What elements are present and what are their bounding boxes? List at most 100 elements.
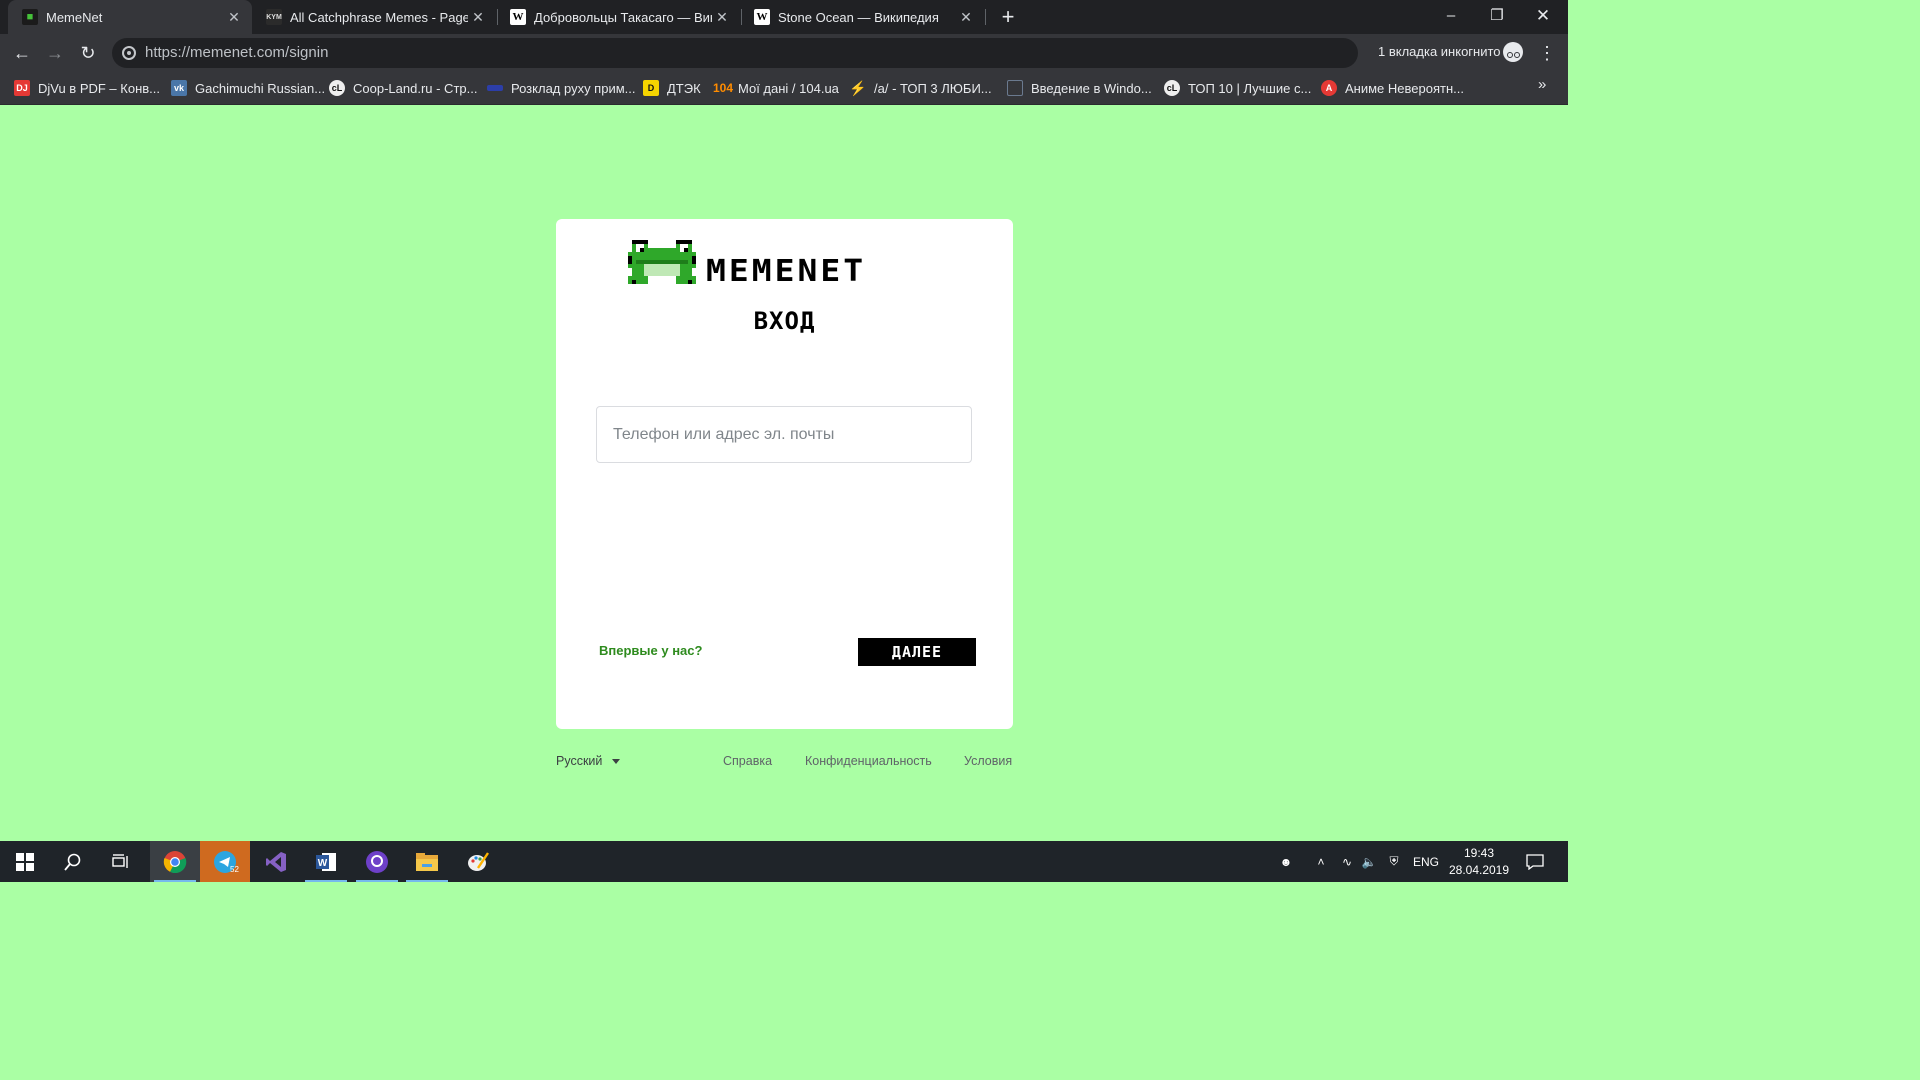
bookmark-item[interactable]: cL ТОП 10 | Лучшие с... [1164,78,1311,98]
action-center-icon [1526,853,1544,870]
bookmarks-bar: DJ DjVu в PDF – Конв... vk Gachimuchi Russ… [0,72,1568,105]
page-icon [1007,80,1023,96]
file-explorer-icon [416,852,438,871]
back-button[interactable]: ← [8,39,36,67]
active-indicator [154,880,196,882]
bookmark-item[interactable]: vk Gachimuchi Russian... [171,78,325,98]
volume-icon[interactable]: 🔈 [1360,841,1378,882]
wikipedia-icon: W [510,9,526,25]
tab-catchphrase[interactable]: KYM All Catchphrase Memes - Page 9 ✕ [252,0,496,34]
next-button[interactable]: ДАЛЕЕ [858,638,976,666]
running-indicator [305,880,347,882]
close-icon[interactable]: ✕ [956,9,976,26]
bookmark-item[interactable]: Розклад руху прим... [487,78,636,98]
terms-link[interactable]: Условия [964,754,1012,768]
github-icon [366,850,388,873]
task-view-icon [112,853,128,868]
language-indicator[interactable]: ENG [1413,841,1439,882]
bookmark-item[interactable]: 104 Мої дані / 104.ua [713,78,839,98]
tab-title: MemeNet [46,9,103,25]
tab-strip: ■ MemeNet ✕ KYM All Catchphrase Memes - … [0,0,1568,34]
paint-icon [468,851,489,871]
search-icon [64,853,81,871]
bookmark-item[interactable]: A Аниме Невероятн... [1321,78,1464,98]
menu-icon[interactable]: ⋮ [1538,39,1556,67]
running-indicator [356,880,398,882]
taskbar-visual-studio[interactable] [251,841,301,882]
running-indicator [406,880,448,882]
address-bar[interactable]: https://memenet.com/signin [112,38,1358,68]
frog-icon: ■ [22,9,38,25]
taskbar-github[interactable] [352,841,402,882]
frog-logo-icon [628,240,696,284]
bookmark-label: ДТЭК [667,80,701,96]
signin-card: MEMENET ВХОД Впервые у нас? ДАЛЕЕ [556,219,1013,729]
browser-toolbar: ← → ↻ https://memenet.com/signin 1 вклад… [0,34,1568,72]
know-your-meme-icon: KYM [266,9,282,25]
reload-button[interactable]: ↻ [74,39,102,67]
clock-time: 19:43 [1463,846,1495,860]
minimize-button[interactable]: – [1428,0,1474,32]
bookmark-label: Gachimuchi Russian... [195,80,326,96]
telegram-badge: 52 [230,865,239,874]
dtek-icon: D [643,80,659,96]
bookmark-item[interactable]: ⚡ /a/ - ТОП 3 ЛЮБИ... [849,78,991,98]
privacy-link[interactable]: Конфиденциальность [805,754,932,768]
site-info-icon[interactable] [122,46,136,60]
close-icon[interactable]: ✕ [712,9,732,26]
train-icon [487,85,503,91]
word-icon: W [316,852,336,871]
more-bookmarks-icon[interactable]: » [1538,76,1546,93]
djvu-icon: DJ [14,80,30,96]
forward-button[interactable]: → [41,39,69,67]
lightning-icon: ⚡ [849,79,867,96]
anime-icon: A [1321,80,1337,96]
clock[interactable]: 19:43 28.04.2019 [1448,845,1510,879]
vk-icon: vk [171,80,187,96]
start-button[interactable] [0,841,50,882]
search-button[interactable] [48,841,98,882]
incognito-icon[interactable] [1503,42,1523,62]
close-icon[interactable]: ✕ [468,9,488,26]
notifications-icon[interactable] [1524,841,1546,882]
footer: Русский Справка Конфиденциальность Услов… [556,753,1013,773]
page-title: ВХОД [753,307,816,335]
people-icon[interactable]: ☻ [1276,841,1296,882]
bookmark-label: Введение в Windo... [1031,80,1152,96]
language-label: Русский [556,754,603,768]
tab-takasago[interactable]: W Добровольцы Такасаго — Вики ✕ [496,0,740,34]
language-selector[interactable]: Русский [556,754,621,768]
taskbar-chrome[interactable] [150,841,200,882]
tab-title: Добровольцы Такасаго — Вики [534,9,712,25]
task-view-button[interactable] [97,841,147,882]
close-icon[interactable]: ✕ [224,9,244,26]
wifi-icon[interactable]: ∿ [1338,841,1356,882]
bookmark-item[interactable]: Введение в Windo... [1007,78,1152,98]
taskbar: 52 W ☻ ˄ ∿ 🔈 ⛨ ENG 19:43 28.04.2019 [0,841,1568,882]
tab-stone-ocean[interactable]: W Stone Ocean — Википедия ✕ [740,0,984,34]
taskbar-word[interactable]: W [301,841,351,882]
new-tab-button[interactable]: + [996,4,1020,30]
chevron-up-icon[interactable]: ˄ [1312,841,1330,882]
memenet-logo: MEMENET [628,239,938,288]
coopland-icon: cL [329,80,345,96]
bookmark-item[interactable]: D ДТЭК [643,78,701,98]
tab-memenet[interactable]: ■ MemeNet ✕ [8,0,252,34]
taskbar-paint[interactable] [453,841,503,882]
url-text[interactable]: https://memenet.com/signin [145,44,328,61]
help-link[interactable]: Справка [723,754,772,768]
defender-icon[interactable]: ⛨ [1385,841,1403,882]
phone-email-input[interactable] [596,406,972,463]
coopland-icon: cL [1164,80,1180,96]
taskbar-file-explorer[interactable] [402,841,452,882]
caret-down-icon [612,758,621,764]
create-account-link[interactable]: Впервые у нас? [599,643,702,658]
bookmark-item[interactable]: cL Coop-Land.ru - Стр... [329,78,477,98]
restore-button[interactable]: ❐ [1474,0,1520,32]
close-window-button[interactable]: ✕ [1520,0,1566,32]
bookmark-label: DjVu в PDF – Конв... [38,80,161,96]
taskbar-telegram[interactable]: 52 [200,841,250,882]
bookmark-item[interactable]: DJ DjVu в PDF – Конв... [14,78,160,98]
clock-date: 28.04.2019 [1448,863,1510,877]
svg-text:W: W [318,858,328,869]
